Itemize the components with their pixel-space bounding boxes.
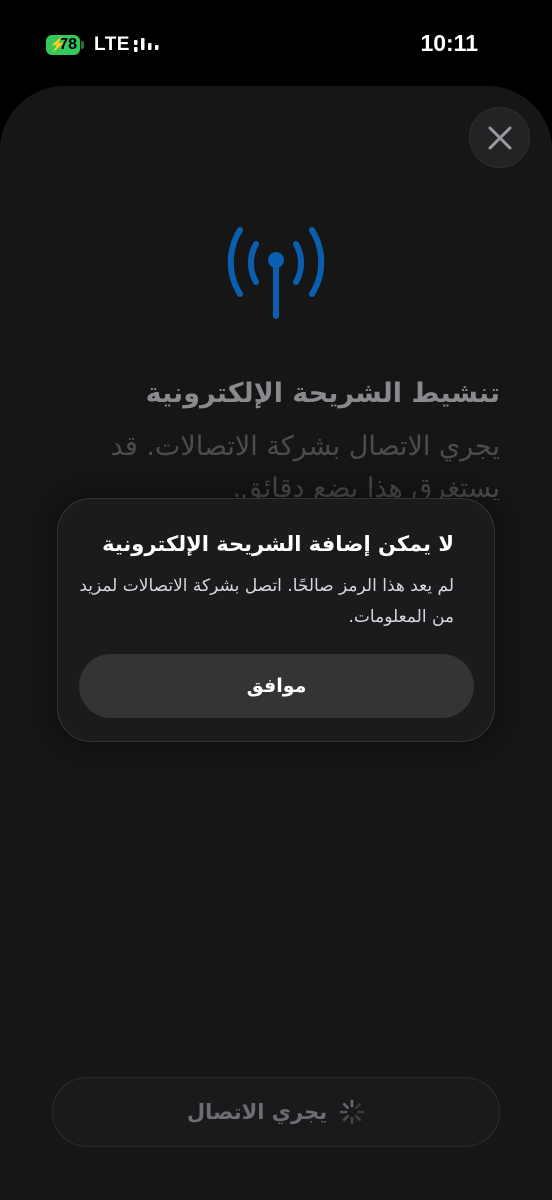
close-button[interactable] [469, 107, 530, 168]
connecting-label: يجري الاتصال [186, 1100, 328, 1124]
status-bar: ⚡ 78 LTE 10:11 [0, 0, 552, 90]
alert-message: لم يعد هذا الرمز صالحًا. اتصل بشركة الات… [79, 576, 454, 627]
close-icon [488, 126, 511, 149]
connecting-button[interactable]: يجري الاتصال [52, 1077, 500, 1147]
battery-indicator: ⚡ 78 [46, 35, 84, 55]
charging-bolt-icon: ⚡ [49, 36, 67, 52]
ok-button[interactable]: موافق [79, 654, 474, 718]
status-clock: 10:11 [420, 30, 478, 56]
antenna-icon [227, 227, 325, 319]
spinner-icon [339, 1099, 365, 1125]
alert-title: لا يمكن إضافة الشريحة الإلكترونية [102, 532, 454, 556]
sheet-title: تنشيط الشريحة الإلكترونية [145, 378, 500, 409]
battery-cap [81, 41, 84, 49]
signal-strength-icon [134, 38, 159, 52]
sheet-description: يجري الاتصال بشركة الاتصالات. قد يستغرق … [110, 431, 500, 500]
network-type: LTE [94, 34, 130, 55]
error-alert-dialog: لا يمكن إضافة الشريحة الإلكترونية لم يعد… [57, 498, 495, 742]
battery-body: ⚡ 78 [46, 35, 80, 55]
